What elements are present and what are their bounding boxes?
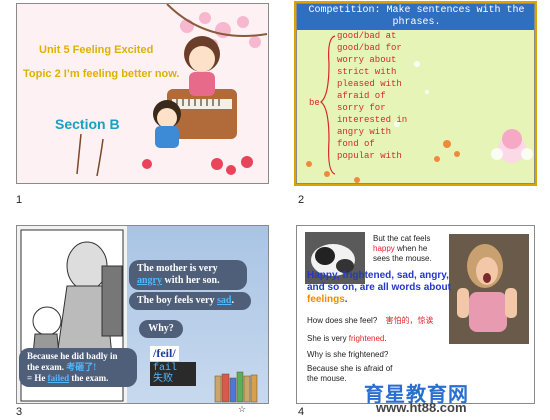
because-line2: the exam. [27,362,64,372]
slide1-illustration [17,4,268,183]
slide-number-3: 3 [16,406,23,418]
slide1-topic-title: Topic 2 I’m feeling better now. [23,68,180,80]
mother-bubble-word: angry [137,275,162,286]
boy-bubble: The boy feels very sad. [129,292,251,310]
mother-bubble-text-a: The mother is very [137,263,218,274]
question-2: Why is she frightened? [307,350,389,359]
cat-caption-line1: But the cat feels [373,234,431,243]
slide-number-4: 4 [298,406,305,418]
slide-number-2: 2 [298,194,305,206]
phrase-item: popular with [337,151,402,161]
slide3-transition-icon: ☆ [238,404,247,414]
vocab-box: fail 失败 [150,362,196,386]
because-note: 考砸了! [66,362,97,372]
phrase-item: angry with [337,127,392,137]
mother-bubble-text-b: with her son. [162,275,220,286]
feelings-statement: Happy, frightened, sad, angry, and so on… [307,270,457,306]
answer-1-word: frightened [348,334,385,343]
phonetic-label: /feil/ [150,346,179,361]
vocab-word: fail [153,363,178,374]
slide-thumbnail-1[interactable]: Unit 5 Feeling Excited Topic 2 I’m feeli… [16,3,269,184]
feelings-statement-a: Happy, frightened, sad, angry, and so on… [307,270,451,293]
question-1-text: How does she feel? [307,316,378,325]
boy-bubble-word: sad [217,295,232,306]
slide2-phrase-list: good/bad at good/bad for worry about str… [337,30,407,162]
answer-1: She is very frightened. [307,334,387,344]
phrase-item: strict with [337,67,397,77]
cat-caption-line2: when he [394,244,428,253]
because-eq: = [27,373,33,383]
because-line3-word: failed [47,373,70,383]
cat-caption-line3: sees the mouse. [373,254,432,263]
slide2-be-label: be [309,98,320,108]
watermark-url: www.ht88.com [376,400,467,415]
phrase-item: afraid of [337,91,386,101]
cat-caption-word: happy [373,244,395,253]
because-line3-a: He [34,373,48,383]
feelings-statement-word: feelings [307,294,345,305]
slide1-section-title: Section B [55,116,120,132]
phrase-item: good/bad at [337,31,397,41]
phrase-item: worry about [337,55,397,65]
phrase-item: pleased with [337,79,402,89]
slide-number-1: 1 [16,194,23,206]
answer-1-a: She is very [307,334,349,343]
boy-bubble-text-b: . [231,295,234,306]
cat-caption: But the cat feels happy when he sees the… [373,234,449,264]
answer-1-b: . [384,334,387,343]
slide-thumbnail-2[interactable]: Competition: Make sentences with the phr… [294,1,537,186]
slide2-decoration [306,35,533,183]
slide-thumbnail-3[interactable]: The mother is very angry with her son. T… [16,225,269,404]
phrase-item: good/bad for [337,43,402,53]
boy-bubble-text-a: The boy feels very [137,295,217,306]
because-line1: Because he did badly in [27,351,118,361]
because-bubble: Because he did badly in the exam. 考砸了! =… [19,348,137,387]
phrase-item: interested in [337,115,408,125]
feelings-statement-b: . [344,294,348,305]
because-line3-b: the exam. [69,373,109,383]
phrase-item: fond of [337,139,375,149]
slide1-unit-title: Unit 5 Feeling Excited [39,44,154,56]
question-1-note: 害怕的，惊诶 [385,316,434,325]
vocab-meaning: 失败 [153,374,173,385]
phrase-item: sorry for [337,103,386,113]
question-1: How does she feel? 害怕的，惊诶 [307,316,434,326]
why-bubble: Why? [139,320,183,338]
answer-2-line1: Because she is afraid of [307,364,393,373]
mother-bubble: The mother is very angry with her son. [129,260,247,290]
